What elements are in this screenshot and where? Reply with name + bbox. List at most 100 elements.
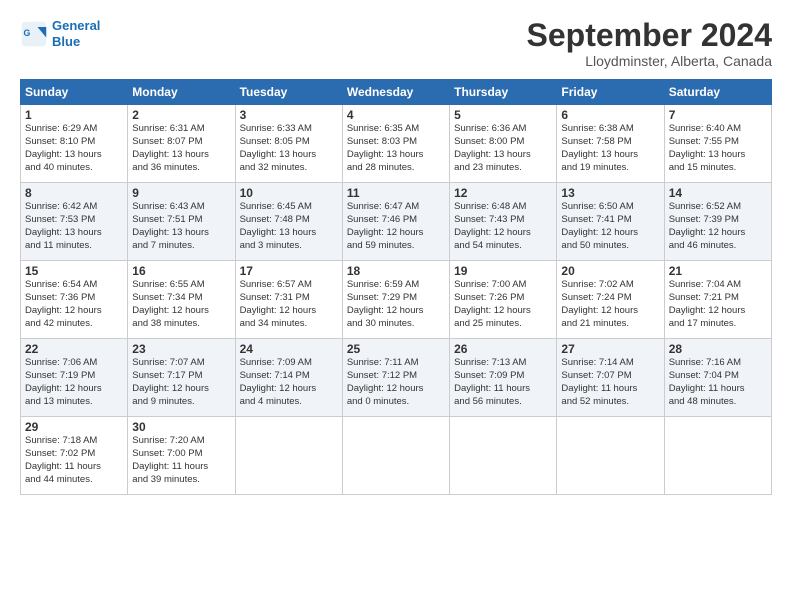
cell-content: Sunrise: 6:48 AMSunset: 7:43 PMDaylight:… bbox=[454, 201, 552, 252]
header-cell-monday: Monday bbox=[128, 80, 235, 105]
calendar-cell: 27Sunrise: 7:14 AMSunset: 7:07 PMDayligh… bbox=[557, 339, 664, 417]
cell-line: Sunrise: 6:42 AM bbox=[25, 201, 123, 214]
cell-content: Sunrise: 6:38 AMSunset: 7:58 PMDaylight:… bbox=[561, 123, 659, 174]
day-number: 13 bbox=[561, 186, 659, 200]
cell-line: Sunset: 7:58 PM bbox=[561, 136, 659, 149]
calendar-week-4: 29Sunrise: 7:18 AMSunset: 7:02 PMDayligh… bbox=[21, 417, 772, 495]
cell-line: Sunset: 7:26 PM bbox=[454, 292, 552, 305]
calendar-cell: 15Sunrise: 6:54 AMSunset: 7:36 PMDayligh… bbox=[21, 261, 128, 339]
cell-line: Sunset: 7:19 PM bbox=[25, 370, 123, 383]
cell-line: Daylight: 13 hours bbox=[454, 149, 552, 162]
cell-content: Sunrise: 7:13 AMSunset: 7:09 PMDaylight:… bbox=[454, 357, 552, 408]
cell-line: Daylight: 12 hours bbox=[25, 383, 123, 396]
cell-line: and 9 minutes. bbox=[132, 396, 230, 409]
cell-line: Sunrise: 6:36 AM bbox=[454, 123, 552, 136]
calendar-cell: 14Sunrise: 6:52 AMSunset: 7:39 PMDayligh… bbox=[664, 183, 771, 261]
cell-content: Sunrise: 7:04 AMSunset: 7:21 PMDaylight:… bbox=[669, 279, 767, 330]
cell-line: Sunset: 8:00 PM bbox=[454, 136, 552, 149]
cell-content: Sunrise: 6:31 AMSunset: 8:07 PMDaylight:… bbox=[132, 123, 230, 174]
cell-line: Daylight: 12 hours bbox=[347, 383, 445, 396]
cell-content: Sunrise: 7:00 AMSunset: 7:26 PMDaylight:… bbox=[454, 279, 552, 330]
cell-line: and 50 minutes. bbox=[561, 240, 659, 253]
day-number: 29 bbox=[25, 420, 123, 434]
cell-line: Sunrise: 6:50 AM bbox=[561, 201, 659, 214]
calendar-header-row: SundayMondayTuesdayWednesdayThursdayFrid… bbox=[21, 80, 772, 105]
cell-line: Daylight: 12 hours bbox=[669, 227, 767, 240]
cell-line: Sunset: 7:21 PM bbox=[669, 292, 767, 305]
cell-line: Sunset: 7:46 PM bbox=[347, 214, 445, 227]
cell-line: and 19 minutes. bbox=[561, 162, 659, 175]
calendar-cell: 6Sunrise: 6:38 AMSunset: 7:58 PMDaylight… bbox=[557, 105, 664, 183]
cell-line: Daylight: 12 hours bbox=[454, 227, 552, 240]
cell-content: Sunrise: 6:33 AMSunset: 8:05 PMDaylight:… bbox=[240, 123, 338, 174]
cell-line: Daylight: 13 hours bbox=[240, 227, 338, 240]
cell-line: Daylight: 13 hours bbox=[561, 149, 659, 162]
day-number: 11 bbox=[347, 186, 445, 200]
cell-line: Sunset: 7:07 PM bbox=[561, 370, 659, 383]
cell-line: Sunrise: 7:06 AM bbox=[25, 357, 123, 370]
cell-line: Sunrise: 6:59 AM bbox=[347, 279, 445, 292]
cell-line: Daylight: 12 hours bbox=[25, 305, 123, 318]
cell-line: Daylight: 12 hours bbox=[347, 227, 445, 240]
page: G General Blue September 2024 Lloydminst… bbox=[0, 0, 792, 612]
cell-line: Sunrise: 6:40 AM bbox=[669, 123, 767, 136]
calendar-cell: 9Sunrise: 6:43 AMSunset: 7:51 PMDaylight… bbox=[128, 183, 235, 261]
day-number: 30 bbox=[132, 420, 230, 434]
calendar-cell: 22Sunrise: 7:06 AMSunset: 7:19 PMDayligh… bbox=[21, 339, 128, 417]
cell-line: Sunrise: 6:38 AM bbox=[561, 123, 659, 136]
cell-line: Daylight: 12 hours bbox=[347, 305, 445, 318]
cell-line: Sunset: 8:05 PM bbox=[240, 136, 338, 149]
calendar-cell: 28Sunrise: 7:16 AMSunset: 7:04 PMDayligh… bbox=[664, 339, 771, 417]
cell-line: Sunset: 7:43 PM bbox=[454, 214, 552, 227]
cell-line: and 42 minutes. bbox=[25, 318, 123, 331]
cell-line: Sunrise: 7:02 AM bbox=[561, 279, 659, 292]
cell-line: Sunrise: 7:04 AM bbox=[669, 279, 767, 292]
day-number: 7 bbox=[669, 108, 767, 122]
cell-content: Sunrise: 6:47 AMSunset: 7:46 PMDaylight:… bbox=[347, 201, 445, 252]
cell-line: Sunrise: 6:45 AM bbox=[240, 201, 338, 214]
calendar-cell: 29Sunrise: 7:18 AMSunset: 7:02 PMDayligh… bbox=[21, 417, 128, 495]
cell-line: and 13 minutes. bbox=[25, 396, 123, 409]
header-cell-wednesday: Wednesday bbox=[342, 80, 449, 105]
logo-line1: General bbox=[52, 18, 100, 33]
day-number: 14 bbox=[669, 186, 767, 200]
cell-line: Sunrise: 7:18 AM bbox=[25, 435, 123, 448]
day-number: 8 bbox=[25, 186, 123, 200]
cell-content: Sunrise: 6:29 AMSunset: 8:10 PMDaylight:… bbox=[25, 123, 123, 174]
cell-line: and 46 minutes. bbox=[669, 240, 767, 253]
cell-line: Sunrise: 7:07 AM bbox=[132, 357, 230, 370]
cell-line: Sunrise: 6:54 AM bbox=[25, 279, 123, 292]
calendar-cell: 21Sunrise: 7:04 AMSunset: 7:21 PMDayligh… bbox=[664, 261, 771, 339]
cell-line: and 39 minutes. bbox=[132, 474, 230, 487]
cell-line: Daylight: 13 hours bbox=[347, 149, 445, 162]
cell-line: Sunrise: 7:14 AM bbox=[561, 357, 659, 370]
cell-line: Sunrise: 7:09 AM bbox=[240, 357, 338, 370]
day-number: 26 bbox=[454, 342, 552, 356]
cell-line: Sunrise: 7:16 AM bbox=[669, 357, 767, 370]
calendar-cell: 17Sunrise: 6:57 AMSunset: 7:31 PMDayligh… bbox=[235, 261, 342, 339]
cell-line: and 48 minutes. bbox=[669, 396, 767, 409]
cell-content: Sunrise: 7:14 AMSunset: 7:07 PMDaylight:… bbox=[561, 357, 659, 408]
cell-line: Daylight: 12 hours bbox=[132, 305, 230, 318]
cell-line: and 54 minutes. bbox=[454, 240, 552, 253]
cell-line: Sunset: 7:36 PM bbox=[25, 292, 123, 305]
cell-line: Sunrise: 7:11 AM bbox=[347, 357, 445, 370]
cell-line: Sunset: 7:48 PM bbox=[240, 214, 338, 227]
cell-line: Daylight: 11 hours bbox=[132, 461, 230, 474]
day-number: 22 bbox=[25, 342, 123, 356]
cell-line: Sunset: 7:29 PM bbox=[347, 292, 445, 305]
cell-line: Sunrise: 6:47 AM bbox=[347, 201, 445, 214]
cell-content: Sunrise: 6:42 AMSunset: 7:53 PMDaylight:… bbox=[25, 201, 123, 252]
cell-line: and 52 minutes. bbox=[561, 396, 659, 409]
calendar-cell bbox=[342, 417, 449, 495]
day-number: 15 bbox=[25, 264, 123, 278]
calendar-week-1: 8Sunrise: 6:42 AMSunset: 7:53 PMDaylight… bbox=[21, 183, 772, 261]
cell-line: Daylight: 12 hours bbox=[561, 227, 659, 240]
calendar-table: SundayMondayTuesdayWednesdayThursdayFrid… bbox=[20, 79, 772, 495]
cell-line: Daylight: 11 hours bbox=[561, 383, 659, 396]
cell-line: and 36 minutes. bbox=[132, 162, 230, 175]
cell-line: and 7 minutes. bbox=[132, 240, 230, 253]
cell-content: Sunrise: 6:45 AMSunset: 7:48 PMDaylight:… bbox=[240, 201, 338, 252]
cell-content: Sunrise: 6:40 AMSunset: 7:55 PMDaylight:… bbox=[669, 123, 767, 174]
calendar-week-3: 22Sunrise: 7:06 AMSunset: 7:19 PMDayligh… bbox=[21, 339, 772, 417]
